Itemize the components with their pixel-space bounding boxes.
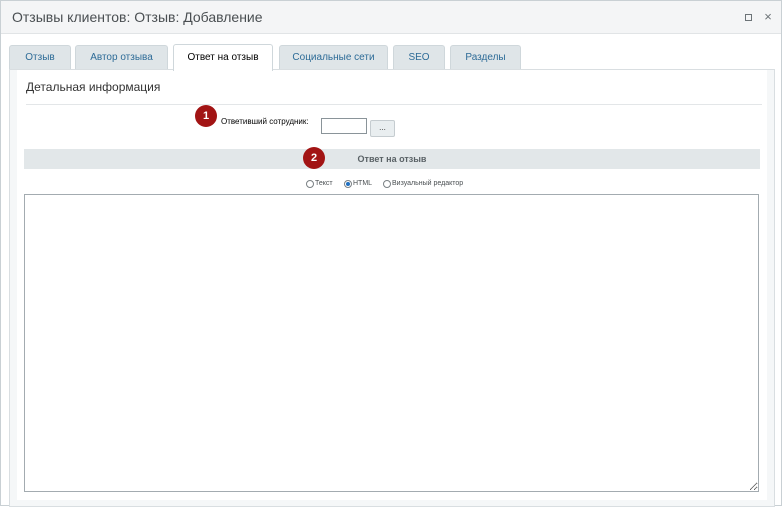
maximize-button[interactable] — [742, 11, 754, 23]
tab-sections[interactable]: Разделы — [450, 45, 521, 70]
close-button[interactable]: × — [762, 10, 774, 23]
employee-input[interactable] — [321, 118, 367, 134]
tab-bar: Отзыв Автор отзыва Ответ на отзыв Социал… — [9, 44, 773, 71]
tab-review-answer[interactable]: Ответ на отзыв — [173, 44, 273, 71]
radio-icon[interactable] — [306, 180, 314, 188]
answer-textarea[interactable] — [24, 194, 759, 492]
tab-seo[interactable]: SEO — [393, 45, 445, 70]
marker-badge-2: 2 — [303, 147, 325, 169]
maximize-icon — [744, 14, 752, 21]
radio-checked-icon[interactable] — [344, 180, 352, 188]
section-divider — [26, 104, 762, 105]
section-title: Детальная информация — [26, 80, 161, 94]
answer-section-header: Ответ на отзыв — [24, 149, 760, 169]
tab-social-networks[interactable]: Социальные сети — [279, 45, 388, 70]
tab-review-author[interactable]: Автор отзыва — [75, 45, 168, 70]
employee-select-button[interactable]: ... — [370, 120, 395, 137]
radio-icon[interactable] — [383, 180, 391, 188]
window-title: Отзывы клиентов: Отзыв: Добавление — [12, 9, 263, 25]
marker-badge-1: 1 — [195, 105, 217, 127]
answer-section-title: Ответ на отзыв — [357, 154, 427, 164]
employee-field-label: Ответивший сотрудник: — [221, 117, 309, 126]
tab-review[interactable]: Отзыв — [9, 45, 71, 70]
title-bar: Отзывы клиентов: Отзыв: Добавление × — [1, 1, 781, 34]
